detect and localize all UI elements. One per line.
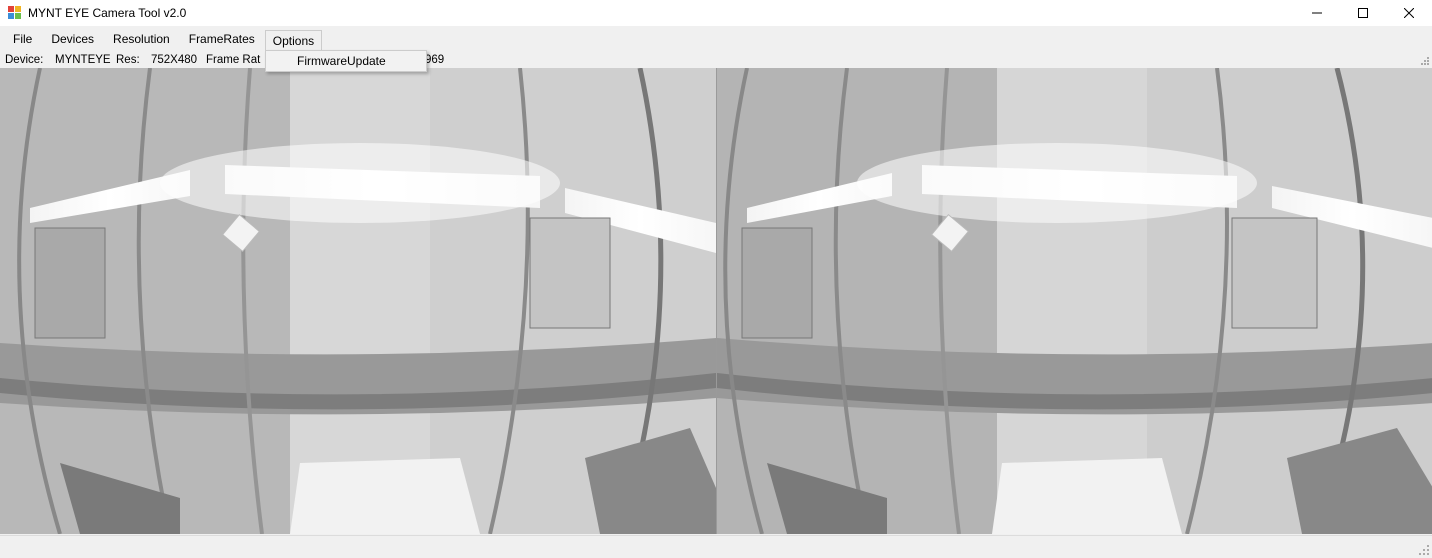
minimize-button[interactable]	[1294, 0, 1340, 26]
device-value: MYNTEYE	[55, 53, 111, 68]
title-bar[interactable]: MYNT EYE Camera Tool v2.0	[0, 0, 1432, 26]
frame-rate-label: Frame Rat	[206, 53, 260, 68]
left-camera-view	[0, 68, 716, 534]
res-label: Res:	[116, 53, 140, 68]
menu-file[interactable]: File	[4, 29, 41, 49]
options-dropdown-menu: FirmwareUpdate	[265, 50, 427, 72]
close-button[interactable]	[1386, 0, 1432, 26]
right-camera-view	[716, 68, 1432, 534]
menu-options[interactable]: Options	[265, 30, 322, 51]
res-value: 752X480	[151, 53, 197, 68]
minimize-icon	[1312, 8, 1322, 18]
left-camera-image	[0, 68, 716, 534]
window-title: MYNT EYE Camera Tool v2.0	[28, 6, 186, 20]
resize-grip-icon[interactable]	[1419, 545, 1429, 555]
menu-resolution[interactable]: Resolution	[104, 29, 179, 49]
app-icon	[8, 6, 22, 20]
close-icon	[1404, 8, 1414, 18]
menu-item-firmware-update[interactable]: FirmwareUpdate	[297, 53, 386, 69]
menu-bar: File Devices Resolution FrameRates Optio…	[0, 28, 1432, 50]
resize-grip-icon	[1421, 57, 1429, 65]
maximize-icon	[1358, 8, 1368, 18]
menu-framerates[interactable]: FrameRates	[180, 29, 264, 49]
camera-views	[0, 68, 1432, 534]
right-camera-image	[717, 68, 1432, 534]
window-controls	[1294, 0, 1432, 26]
status-bar	[0, 535, 1432, 558]
menu-devices[interactable]: Devices	[42, 29, 103, 49]
device-info-bar: Device: MYNTEYE Res: 752X480 Frame Rat 9…	[0, 53, 1432, 68]
device-label: Device:	[5, 53, 43, 68]
maximize-button[interactable]	[1340, 0, 1386, 26]
info-trailing-value: 969	[425, 53, 444, 68]
